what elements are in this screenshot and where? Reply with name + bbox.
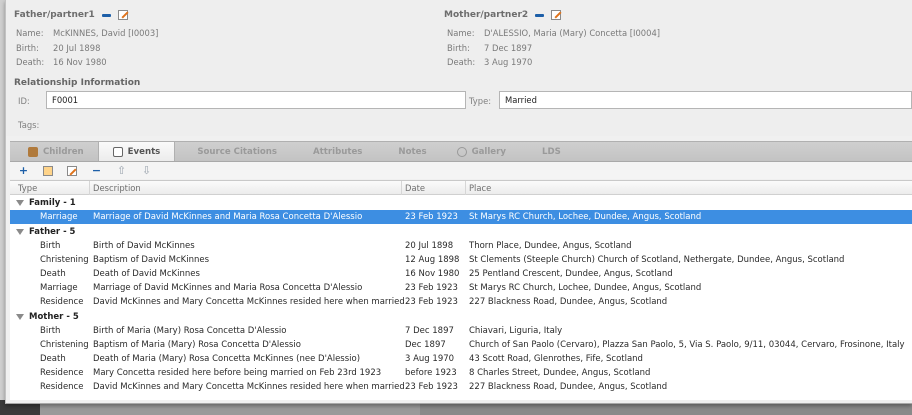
table-row[interactable]: Residence David McKinnes and Mary Concet…	[10, 295, 912, 309]
father-name-row: Name: McKINNES, David [I0003]	[16, 28, 159, 38]
father-birth: 20 Jul 1898	[53, 43, 101, 53]
type-label: Type:	[469, 96, 492, 106]
column-type[interactable]: Type	[18, 183, 37, 193]
events-toolbar: + − ⇧ ⇩	[10, 162, 912, 179]
father-birth-row: Birth: 20 Jul 1898	[16, 43, 101, 53]
column-description[interactable]: Description	[93, 183, 141, 193]
events-icon	[112, 146, 123, 157]
events-table: Type Description Date Place Family - 1 M…	[10, 180, 912, 400]
minus-icon[interactable]: −	[91, 165, 102, 176]
remove-father-icon[interactable]	[101, 13, 111, 17]
mother-section-header: Mother/partner2	[444, 10, 562, 20]
family-editor-window: Father/partner1 Name: McKINNES, David [I0…	[5, 0, 912, 404]
mother-heading: Mother/partner2	[444, 10, 529, 20]
expander-icon[interactable]	[16, 314, 24, 320]
tab-attributes[interactable]: Attributes	[291, 142, 376, 161]
tab-bar: Children Events Source Citations Attribu…	[10, 141, 912, 162]
mother-name: D'ALESSIO, Maria (Mary) Concetta [I0004]	[484, 28, 661, 38]
table-row[interactable]: Birth Birth of David McKinnes 20 Jul 189…	[10, 239, 912, 253]
children-icon	[28, 146, 38, 157]
table-row[interactable]: Birth Birth of Maria (Mary) Rosa Concett…	[10, 324, 912, 338]
group-row-mother[interactable]: Mother - 5	[10, 310, 912, 324]
table-row[interactable]: Marriage Marriage of David McKinnes and …	[10, 210, 912, 225]
expander-icon[interactable]	[16, 200, 24, 206]
table-row[interactable]: Death Death of David McKinnes 16 Nov 198…	[10, 267, 912, 281]
edit-icon[interactable]	[67, 165, 77, 176]
table-row[interactable]: Residence Mary Concetta resided here bef…	[10, 366, 912, 380]
table-row[interactable]: Residence David McKinnes and Mary Concet…	[10, 380, 912, 394]
table-header: Type Description Date Place	[10, 181, 912, 195]
column-place[interactable]: Place	[469, 183, 491, 193]
tab-events[interactable]: Events	[97, 142, 176, 161]
type-field[interactable]: Married	[499, 91, 912, 109]
share-icon[interactable]	[43, 165, 53, 176]
table-row[interactable]: Death Death of Maria (Mary) Rosa Concett…	[10, 352, 912, 366]
table-row[interactable]: Christening Baptism of Maria (Mary) Rosa…	[10, 338, 912, 352]
tags-label: Tags:	[18, 120, 40, 130]
id-field[interactable]: F0001	[46, 91, 466, 109]
mother-birth: 7 Dec 1897	[484, 43, 533, 53]
group-row-father[interactable]: Father - 5	[10, 225, 912, 239]
id-label: ID:	[18, 96, 30, 106]
mother-name-row: Name: D'ALESSIO, Maria (Mary) Concetta [I…	[447, 28, 661, 38]
gallery-icon	[456, 146, 467, 157]
column-date[interactable]: Date	[405, 183, 425, 193]
expander-icon[interactable]	[16, 229, 24, 235]
relationship-title: Relationship Information	[14, 78, 141, 88]
tab-source-citations[interactable]: Source Citations	[175, 142, 291, 161]
father-name: McKINNES, David [I0003]	[53, 28, 159, 38]
table-row[interactable]: Christening Baptism of David McKinnes 12…	[10, 253, 912, 267]
mother-death-row: Death: 3 Aug 1970	[447, 57, 533, 67]
father-section-header: Father/partner1	[14, 10, 128, 20]
tab-notes[interactable]: Notes	[376, 142, 440, 161]
arrow-up-icon[interactable]: ⇧	[116, 165, 127, 176]
father-heading: Father/partner1	[14, 10, 95, 20]
father-death-row: Death: 16 Nov 1980	[16, 57, 107, 67]
arrow-down-icon[interactable]: ⇩	[141, 165, 152, 176]
tab-gallery[interactable]: Gallery	[441, 142, 520, 161]
tab-children[interactable]: Children	[10, 142, 98, 161]
remove-mother-icon[interactable]	[535, 13, 545, 17]
group-row-family[interactable]: Family - 1	[10, 196, 912, 210]
table-row[interactable]: Marriage Marriage of David McKinnes and …	[10, 281, 912, 295]
tab-lds[interactable]: LDS	[520, 142, 575, 161]
edit-father-icon[interactable]	[117, 10, 128, 20]
plus-icon[interactable]: +	[18, 165, 29, 176]
father-death: 16 Nov 1980	[53, 57, 107, 67]
family-header-panel: Father/partner1 Name: McKINNES, David [I0…	[6, 0, 912, 136]
mother-birth-row: Birth: 7 Dec 1897	[447, 43, 533, 53]
edit-mother-icon[interactable]	[551, 10, 562, 20]
mother-death: 3 Aug 1970	[484, 57, 533, 67]
